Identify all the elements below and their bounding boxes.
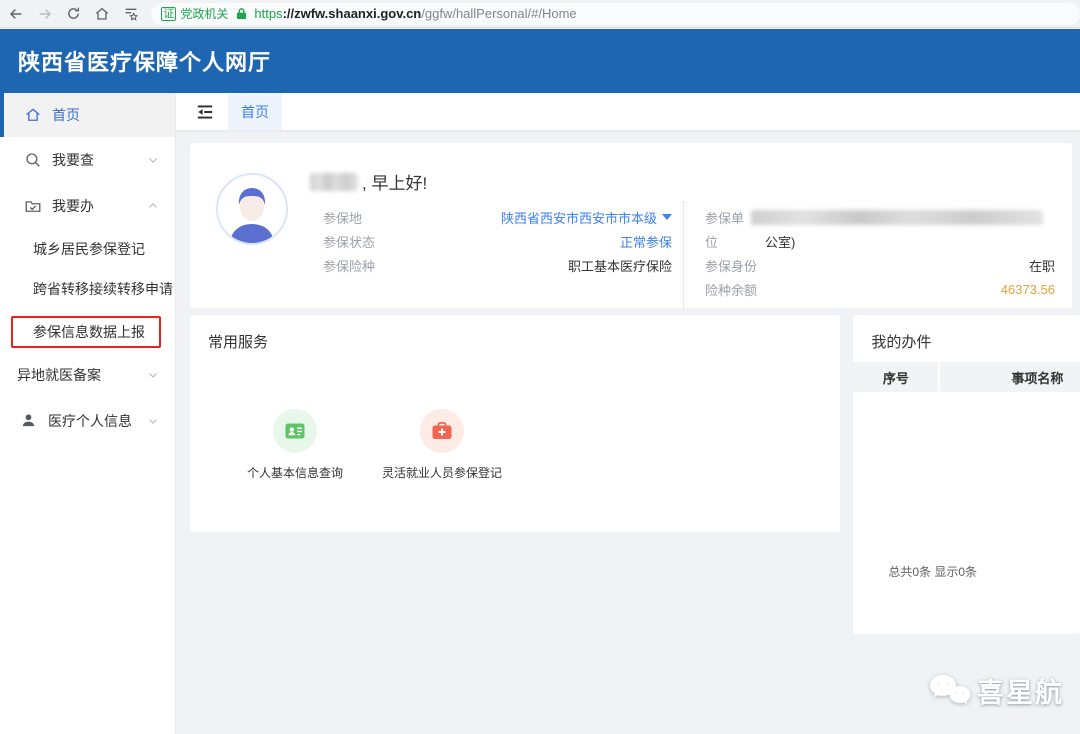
watermark-text: 喜星航 (977, 671, 1064, 710)
tab-home[interactable]: 首页 (228, 93, 282, 130)
site-cert-badge[interactable]: 证 党政机关 (161, 5, 228, 22)
app-header: 陕西省医疗保障个人网厅 (0, 29, 1080, 93)
my-cases-panel: 我的办件 序号 事项名称 总共0条 显示0条 (853, 315, 1080, 634)
sidebar-item-personal-info[interactable]: 医疗个人信息 (0, 395, 175, 447)
url-text: https://zwfw.shaanxi.gov.cn/ggfw/hallPer… (254, 6, 576, 21)
chevron-up-icon (147, 200, 159, 212)
sidebar-item-data-report[interactable]: 参保信息数据上报 (0, 309, 175, 355)
greeting: , 早上好! (310, 169, 427, 194)
services-title: 常用服务 (190, 315, 840, 352)
field-insured-place: 参保地 陕西省西安市西安市市本级 (323, 205, 672, 229)
folder-check-icon (24, 197, 42, 215)
column-header-index: 序号 (853, 362, 938, 392)
services-row: 个人基本信息查询 灵活就业人员参保登记 (190, 409, 840, 481)
home-outline-icon (24, 106, 42, 124)
chevron-down-icon (147, 369, 159, 381)
profile-card: , 早上好! 参保地 陕西省西安市西安市市本级 参保状态 正常参保 参保险种 职… (190, 143, 1072, 308)
field-employer-line1: 参保单 (705, 205, 1055, 229)
field-insured-identity: 参保身份 在职 (705, 253, 1055, 277)
home-icon[interactable] (89, 3, 115, 25)
sidebar-item-remote-medical[interactable]: 异地就医备案 (0, 355, 175, 395)
cert-icon: 证 (161, 7, 176, 21)
sidebar-item-transfer-apply[interactable]: 跨省转移接续转移申请 (0, 269, 175, 309)
search-icon (24, 151, 42, 169)
wechat-logo-icon (927, 673, 971, 709)
cases-title: 我的办件 (853, 315, 1080, 352)
sidebar: 首页 我要查 我要办 城乡居民参保登记 跨省转移接续转移申请 参保信息数据上报 … (0, 93, 176, 734)
tab-bar: 首页 (176, 93, 1080, 130)
person-icon (20, 412, 38, 430)
field-insurance-type: 参保险种 职工基本医疗保险 (323, 253, 672, 277)
main-area: 首页 , 早上好! 参保地 陕西省西安市西安市市本级 (176, 93, 1080, 734)
reading-list-icon[interactable] (118, 3, 144, 25)
lock-icon[interactable] (236, 7, 247, 20)
cases-table-header: 序号 事项名称 (853, 362, 1080, 392)
page-title: 陕西省医疗保障个人网厅 (18, 45, 271, 77)
redacted-employer (751, 210, 1043, 225)
reload-icon[interactable] (60, 3, 86, 25)
sidebar-item-handle[interactable]: 我要办 (0, 183, 175, 229)
balance-amount: 46373.56 (1001, 282, 1055, 297)
chevron-down-icon (147, 154, 159, 166)
forward-icon[interactable] (32, 3, 58, 25)
redacted-name (310, 173, 358, 191)
dotted-divider (683, 201, 684, 309)
service-flexible-employment-register[interactable]: 灵活就业人员参保登记 (382, 409, 502, 481)
common-services-panel: 常用服务 个人基本信息查询 灵活就业人员参保登记 (190, 315, 840, 532)
medical-kit-icon (420, 409, 464, 453)
field-insured-status: 参保状态 正常参保 (323, 229, 672, 253)
insurance-info-left: 参保地 陕西省西安市西安市市本级 参保状态 正常参保 参保险种 职工基本医疗保险 (323, 205, 672, 277)
sidebar-item-query[interactable]: 我要查 (0, 137, 175, 183)
id-card-icon (273, 409, 317, 453)
insurance-info-right: 参保单 位 公室) 参保身份 在职 险种余额 46373.56 (705, 205, 1055, 301)
caret-down-icon (662, 214, 672, 220)
panels-row: 常用服务 个人基本信息查询 灵活就业人员参保登记 我的办件 (190, 315, 1080, 634)
avatar (216, 173, 288, 245)
insured-place-select[interactable]: 陕西省西安市西安市市本级 (501, 208, 672, 227)
highlight-red-box: 参保信息数据上报 (11, 316, 161, 348)
field-balance: 险种余额 46373.56 (705, 277, 1055, 301)
back-icon[interactable] (3, 3, 29, 25)
sidebar-item-resident-register[interactable]: 城乡居民参保登记 (0, 229, 175, 269)
sidebar-item-home[interactable]: 首页 (0, 93, 175, 137)
service-personal-info-query[interactable]: 个人基本信息查询 (235, 409, 355, 481)
field-employer-line2: 位 公室) (705, 229, 1055, 253)
cases-count-summary: 总共0条 显示0条 (888, 563, 977, 580)
column-header-item-name: 事项名称 (940, 362, 1080, 392)
watermark: 喜星航 (927, 671, 1064, 710)
chevron-down-icon (147, 415, 159, 427)
collapse-sidebar-icon[interactable] (195, 104, 215, 120)
address-bar[interactable]: 证 党政机关 https://zwfw.shaanxi.gov.cn/ggfw/… (151, 3, 1080, 25)
browser-toolbar: 证 党政机关 https://zwfw.shaanxi.gov.cn/ggfw/… (0, 0, 1080, 28)
